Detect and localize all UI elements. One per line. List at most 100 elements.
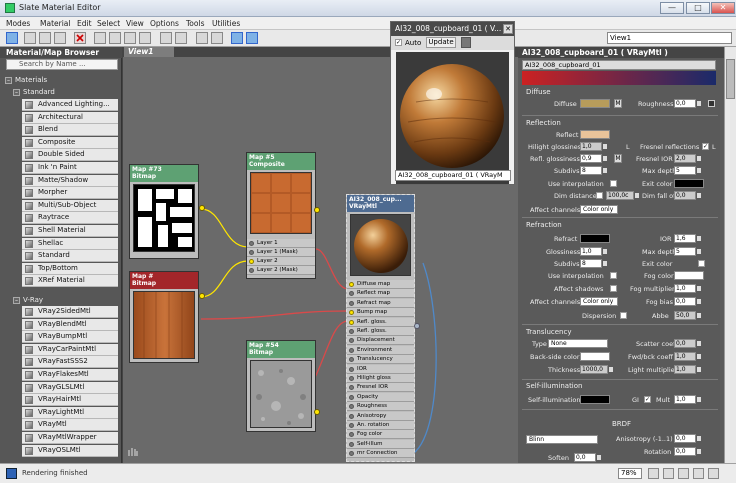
affect-shadows-checkbox[interactable] [610, 285, 617, 292]
vraymtl-slot[interactable]: Displacement [347, 336, 414, 346]
browser-item[interactable]: VRayCarPaintMtl [22, 343, 118, 356]
diffuse-color-swatch[interactable] [580, 99, 610, 108]
menu-material[interactable]: Material [40, 19, 70, 28]
node-map5[interactable]: Map #5 Composite Layer 1 Layer 1 (Mask) L… [246, 152, 316, 279]
vraymtl-slot[interactable]: Refract map [347, 298, 414, 308]
refr-interp-checkbox[interactable] [610, 272, 617, 279]
group-vray[interactable]: – V-Ray [10, 295, 43, 305]
browser-item[interactable]: XRef Material [22, 275, 118, 288]
abbe-spinner[interactable]: 50,0 [674, 311, 701, 320]
slot-layer1-mask[interactable]: Layer 1 (Mask) [247, 248, 315, 257]
fog-color-swatch[interactable] [674, 271, 704, 280]
vraymtl-slot[interactable]: Fresnel IOR [347, 383, 414, 393]
vraymtl-slot[interactable]: Anisotropy [347, 411, 414, 421]
menu-options[interactable]: Options [150, 19, 179, 28]
pan-icon[interactable] [648, 468, 659, 479]
ior-spinner[interactable]: 1,6 [674, 234, 701, 243]
refr-glossiness-spinner[interactable]: 1,0 [580, 247, 607, 256]
vraymtl-slot[interactable]: Fog color [347, 430, 414, 440]
dim-distance-spinner[interactable]: 100,0c [606, 191, 639, 200]
group-standard[interactable]: – Standard [10, 87, 55, 97]
slot-layer1[interactable]: Layer 1 [247, 239, 315, 248]
fresnel-ior-spinner[interactable]: 2,0 [674, 154, 701, 163]
refr-affect-channels-dropdown[interactable]: Color only [580, 297, 618, 306]
browser-item[interactable]: Multi/Sub-Object [22, 199, 118, 212]
dispersion-checkbox[interactable] [620, 312, 627, 319]
browser-item[interactable]: VRayMtl [22, 419, 118, 432]
slot-layer2[interactable]: Layer 2 [247, 257, 315, 266]
vraymtl-slot[interactable]: Reflect map [347, 289, 414, 299]
map-red-output-pin[interactable] [199, 293, 205, 299]
diffuse-map-button[interactable]: M [614, 99, 622, 108]
zoom-icon[interactable] [663, 468, 674, 479]
browser-item[interactable]: VRayBlendMtl [22, 318, 118, 331]
refr-exit-color-checkbox[interactable] [698, 260, 705, 267]
vraymtl-slot[interactable]: Diffuse map [347, 280, 414, 289]
menu-view[interactable]: View [126, 19, 144, 28]
minimize-button[interactable]: — [660, 2, 684, 14]
browser-item[interactable]: VRayGLSLMtl [22, 381, 118, 394]
view-selector[interactable]: View1 [607, 32, 732, 44]
reflection-exit-color-swatch[interactable] [674, 179, 704, 188]
menu-tools[interactable]: Tools [186, 19, 204, 28]
anisotropy-spinner[interactable]: 0,0 [674, 434, 701, 443]
browser-item[interactable]: Standard [22, 250, 118, 263]
preview-options-icon[interactable] [461, 37, 471, 48]
browser-item[interactable]: VRay2SidedMtl [22, 306, 118, 318]
rotation-spinner[interactable]: 0,0 [674, 447, 701, 456]
material-name-field[interactable]: AI32_008_cupboard_01 [522, 60, 716, 70]
layout-all-icon[interactable] [160, 32, 172, 44]
menu-edit[interactable]: Edit [77, 19, 92, 28]
browser-item[interactable]: VRayFlakesMtl [22, 369, 118, 381]
roughness-spinner[interactable]: 0,0 [674, 99, 701, 108]
thickness-spinner[interactable]: 1000,0 [580, 365, 613, 374]
browser-search-input[interactable]: Search by Name ... [6, 59, 118, 70]
map54-output-pin[interactable] [314, 409, 320, 415]
browser-item[interactable]: Matte/Shadow [22, 174, 118, 187]
zoom-extents-icon[interactable] [693, 468, 704, 479]
node-map54[interactable]: Map #54 Bitmap [246, 340, 316, 432]
vraymtl-slot[interactable]: Roughness [347, 402, 414, 412]
put-to-scene-icon[interactable] [39, 32, 51, 44]
close-button[interactable]: ✕ [711, 2, 735, 14]
zoom-dropdown[interactable]: 78% [618, 468, 642, 479]
update-button[interactable]: Update [426, 37, 456, 48]
nav-toggle-icon[interactable] [231, 32, 243, 44]
vraymtl-slot[interactable]: Refl. gloss. [347, 317, 414, 327]
browser-item[interactable]: Composite [22, 136, 118, 149]
node-vraymtl[interactable]: AI32_008_cup... VRayMtl Diffuse map Reflec… [346, 194, 415, 462]
refl-glossiness-map-button[interactable]: M [614, 154, 622, 163]
gi-checkbox[interactable]: ✓ [644, 396, 651, 403]
browser-item[interactable]: Raytrace [22, 212, 118, 225]
params-scrollbar[interactable] [724, 47, 736, 463]
node-map73[interactable]: Map #73 Bitmap [129, 164, 199, 259]
material-map-browser-icon[interactable] [196, 32, 208, 44]
menu-modes[interactable]: Modes [6, 19, 30, 28]
vraymtl-slot[interactable]: IOR [347, 364, 414, 374]
browser-item[interactable]: Shellac [22, 237, 118, 250]
refract-color-swatch[interactable] [580, 234, 610, 243]
fog-bias-spinner[interactable]: 0,0 [674, 297, 701, 306]
delete-icon[interactable] [74, 32, 86, 44]
parameter-editor-icon[interactable] [211, 32, 223, 44]
browser-item[interactable]: VRayOSLMtl [22, 444, 118, 457]
fog-multiplier-spinner[interactable]: 1,0 [674, 284, 701, 293]
vraymtl-slot[interactable]: Translucency [347, 355, 414, 365]
roughness-map-button[interactable] [708, 100, 715, 107]
hilight-glossiness-spinner[interactable]: 1,0 [580, 142, 607, 151]
brdf-type-dropdown[interactable]: Blinn [526, 435, 598, 444]
scatter-coeff-spinner[interactable]: 0,0 [674, 339, 701, 348]
reflection-max-depth-spinner[interactable]: 5 [674, 166, 701, 175]
browser-item[interactable]: Morpher [22, 187, 118, 200]
vraymtl-slot[interactable]: mr Connection [347, 449, 414, 459]
dim-distance-checkbox[interactable] [596, 192, 603, 199]
menu-utilities[interactable]: Utilities [212, 19, 240, 28]
refl-affect-channels-dropdown[interactable]: Color only [580, 205, 618, 214]
pick-material-icon[interactable] [24, 32, 36, 44]
reflection-subdivs-spinner[interactable]: 8 [580, 166, 607, 175]
browser-item[interactable]: VRayBumpMtl [22, 331, 118, 344]
group-materials[interactable]: – Materials [2, 75, 47, 85]
preview-close-icon[interactable]: ✕ [503, 24, 513, 34]
fresnel-reflections-checkbox[interactable]: ✓ [702, 143, 709, 150]
vraymtl-slot[interactable]: Opacity [347, 392, 414, 402]
